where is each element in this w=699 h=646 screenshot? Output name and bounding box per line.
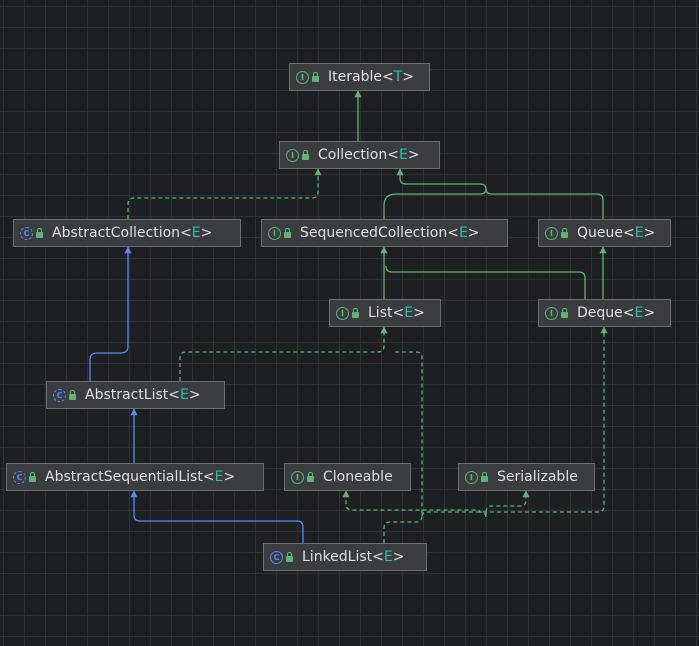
type-param: E <box>404 305 414 321</box>
node-iterable[interactable]: I Iterable < T > <box>289 63 430 91</box>
class-name: LinkedList <box>302 549 373 565</box>
type-param: T <box>393 69 403 85</box>
class-name: AbstractCollection <box>52 225 181 241</box>
public-lock-icon <box>352 308 359 318</box>
node-abstract-collection[interactable]: C AbstractCollection < E > <box>13 219 241 247</box>
public-lock-icon <box>286 552 293 562</box>
node-queue[interactable]: I Queue < E > <box>538 219 671 247</box>
type-param: E <box>634 225 644 241</box>
uml-diagram-canvas[interactable]: I Iterable < T > I Collection < E > C Abstract… <box>0 0 699 646</box>
public-lock-icon <box>312 72 319 82</box>
type-param: E <box>398 147 408 163</box>
node-sequenced-collection[interactable]: I SequencedCollection < E > <box>261 219 508 247</box>
interface-icon: I <box>296 70 309 84</box>
edge-linkedlist-abstractsequentiallist <box>130 490 304 543</box>
public-lock-icon <box>481 472 488 482</box>
class-name: Serializable <box>497 469 578 485</box>
interface-icon: I <box>465 470 478 484</box>
class-name: AbstractList <box>85 387 169 403</box>
edge-abstractlist-list <box>179 326 388 381</box>
node-deque[interactable]: I Deque < E > <box>538 299 671 327</box>
edge-abstractlist-abstractcollection <box>89 246 132 381</box>
type-param: E <box>214 469 224 485</box>
class-name: Queue <box>577 225 623 241</box>
class-name: Collection <box>318 147 388 163</box>
public-lock-icon <box>284 228 291 238</box>
node-cloneable[interactable]: I Cloneable <box>284 463 411 491</box>
class-name: List <box>368 305 393 321</box>
public-lock-icon <box>36 228 43 238</box>
node-list[interactable]: I List < E > <box>329 299 441 327</box>
edge-sequencedcollection-collection <box>383 168 487 219</box>
type-param: E <box>179 387 189 403</box>
public-lock-icon <box>69 390 76 400</box>
public-lock-icon <box>561 228 568 238</box>
class-icon: C <box>270 550 283 564</box>
node-abstract-sequential-list[interactable]: C AbstractSequentialList < E > <box>6 463 264 491</box>
node-collection[interactable]: I Collection < E > <box>279 141 440 169</box>
interface-icon: I <box>291 470 304 484</box>
public-lock-icon <box>307 472 314 482</box>
public-lock-icon <box>302 150 309 160</box>
interface-icon: I <box>268 226 281 240</box>
interface-icon: I <box>286 148 299 162</box>
class-name: SequencedCollection <box>300 225 448 241</box>
type-param: E <box>634 305 644 321</box>
type-param: E <box>458 225 468 241</box>
public-lock-icon <box>29 472 36 482</box>
edge-queue-collection <box>485 188 604 219</box>
edge-deque-sequencedcollection <box>385 265 586 299</box>
abstract-class-icon: C <box>53 388 66 402</box>
class-name: Cloneable <box>323 469 393 485</box>
node-abstract-list[interactable]: C AbstractList < E > <box>46 381 225 409</box>
type-param: E <box>383 549 393 565</box>
abstract-class-icon: C <box>20 226 33 240</box>
edge-linkedlist-list <box>383 351 423 543</box>
node-linked-list[interactable]: C LinkedList < E > <box>263 543 427 571</box>
class-name: AbstractSequentialList <box>45 469 203 485</box>
node-serializable[interactable]: I Serializable <box>458 463 595 491</box>
abstract-class-icon: C <box>13 470 26 484</box>
edge-abstractcollection-collection <box>127 168 322 219</box>
class-name: Deque <box>577 305 623 321</box>
class-name: Iterable <box>328 69 382 85</box>
public-lock-icon <box>561 308 568 318</box>
type-param: E <box>191 225 201 241</box>
interface-icon: I <box>545 306 558 320</box>
interface-icon: I <box>545 226 558 240</box>
edge-linkedlist-cloneable <box>342 490 487 519</box>
edge-linkedlist-serializable <box>485 490 530 513</box>
interface-icon: I <box>336 306 349 320</box>
